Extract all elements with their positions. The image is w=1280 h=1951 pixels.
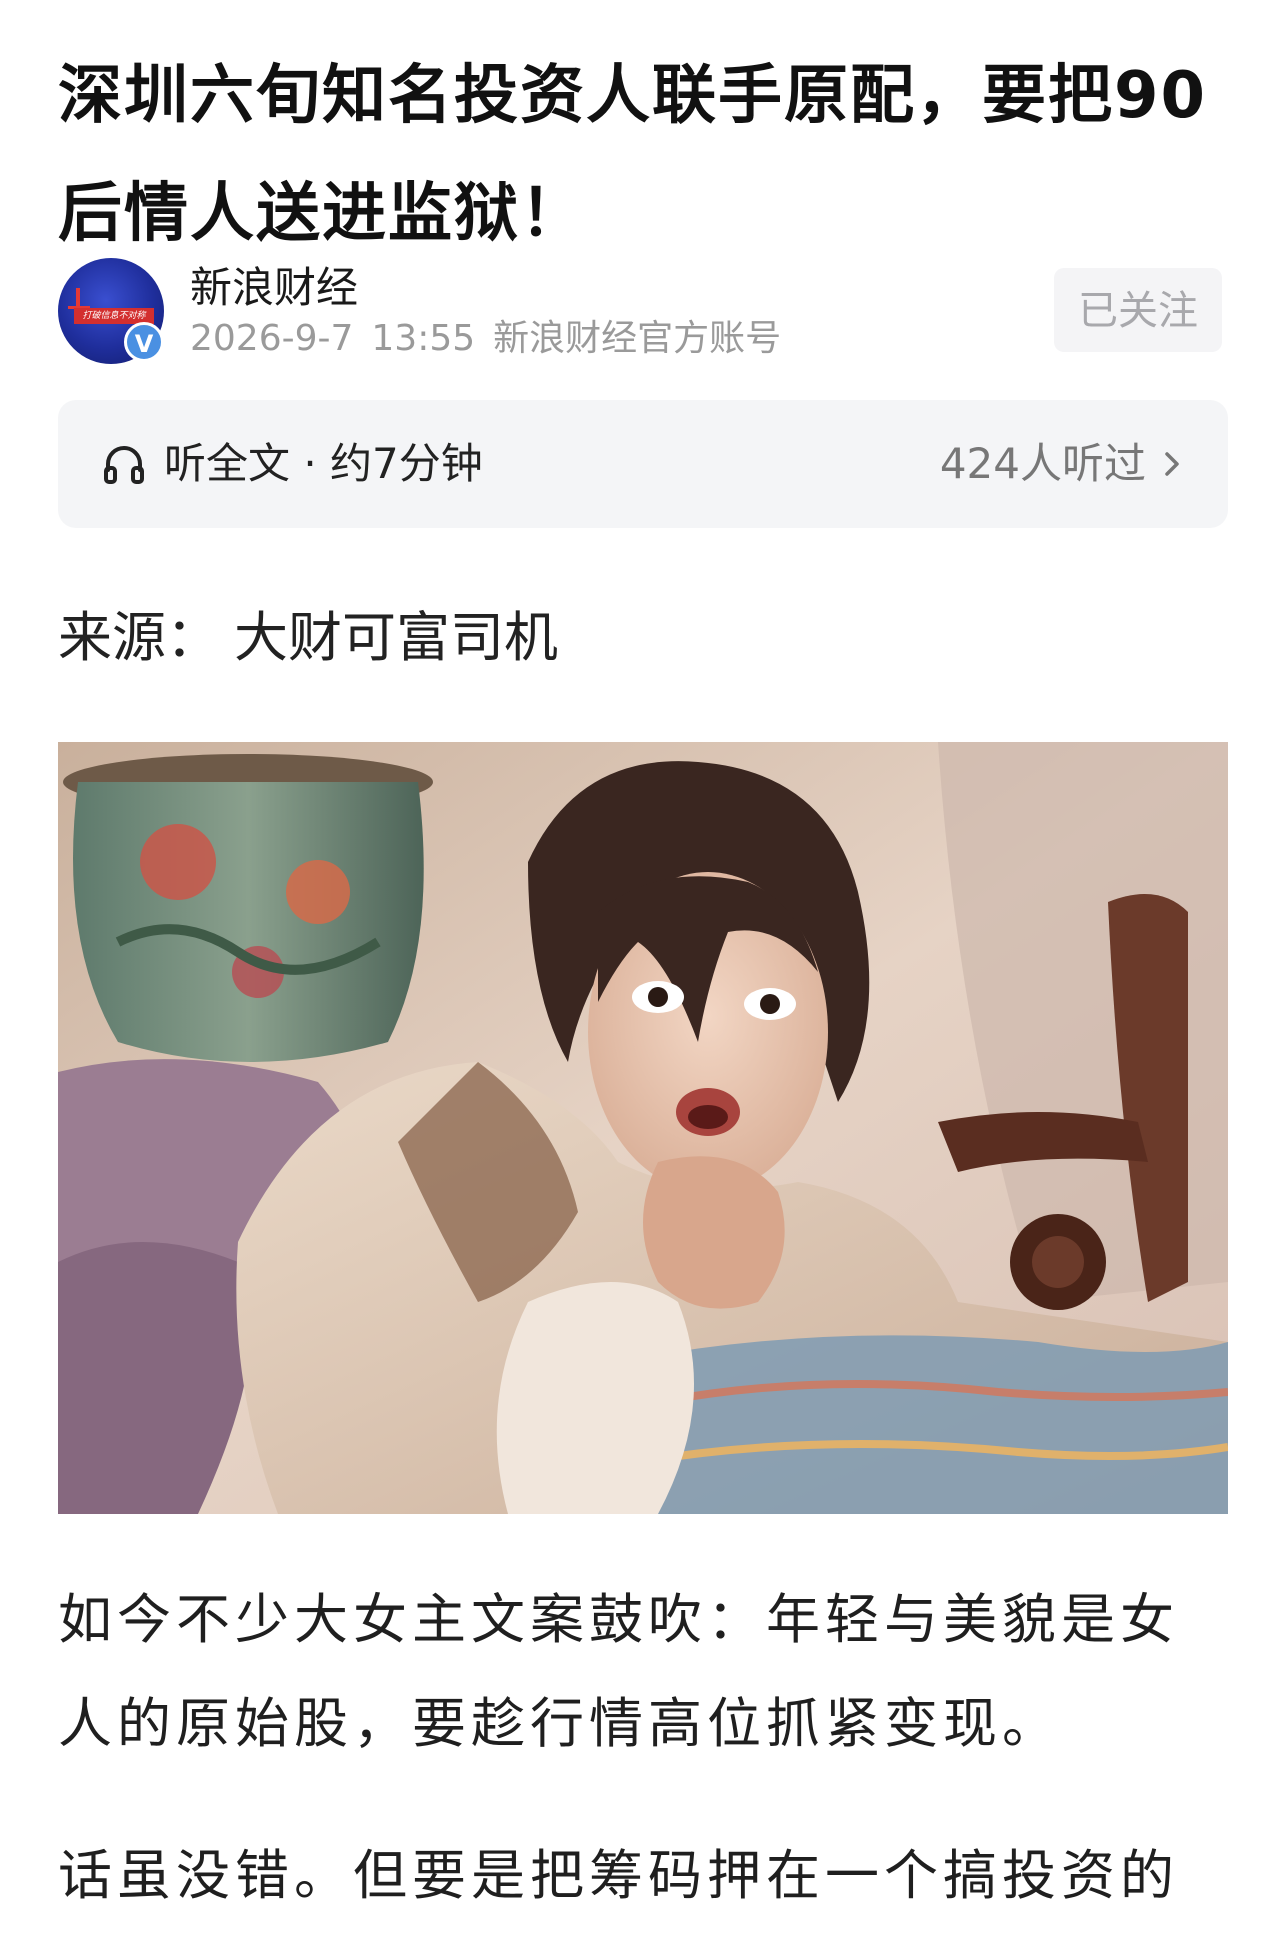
author-name[interactable]: 新浪财经: [190, 262, 358, 314]
follow-button[interactable]: 已关注: [1054, 268, 1222, 352]
article-paragraph: 如今不少大女主文案鼓吹：年轻与美貌是女人的原始股，要趁行情高位抓紧变现。: [58, 1588, 1179, 1755]
source-label: 来源：: [58, 606, 220, 669]
author-meta: 2026-9-7 13:55 新浪财经官方账号: [190, 316, 799, 362]
headphones-icon: [104, 446, 144, 484]
article-hero-image[interactable]: [58, 742, 1228, 1514]
publish-date: 2026-9-7: [190, 318, 354, 359]
publish-time: 13:55: [371, 318, 476, 359]
article-source: 来源： 大财可富司机: [58, 600, 558, 676]
listen-count: 424人听过: [939, 439, 1146, 488]
article-page: 深圳六旬知名投资人联手原配，要把90后情人送进监狱！ 打破信息不对称 V 新浪财…: [0, 0, 1280, 1951]
verified-icon: V: [124, 322, 164, 362]
hero-image-illustration: [58, 742, 1228, 1514]
article-title: 深圳六旬知名投资人联手原配，要把90后情人送进监狱！: [58, 58, 1208, 251]
source-value: 大财可富司机: [234, 606, 558, 669]
account-type: 新浪财经官方账号: [493, 318, 782, 359]
listen-label: 听全文 · 约7分钟: [164, 439, 483, 488]
author-row: 打破信息不对称 V 新浪财经 2026-9-7 13:55 新浪财经官方账号 已关注: [58, 258, 1222, 366]
listen-full-text-bar[interactable]: 听全文 · 约7分钟 424人听过: [58, 400, 1228, 528]
article-paragraph: 话虽没错。但要是把筹码押在一个搞投资的老男人，首先要明白一件事：投资人掏出来: [58, 1844, 1179, 1951]
chevron-right-icon: [1165, 452, 1179, 476]
